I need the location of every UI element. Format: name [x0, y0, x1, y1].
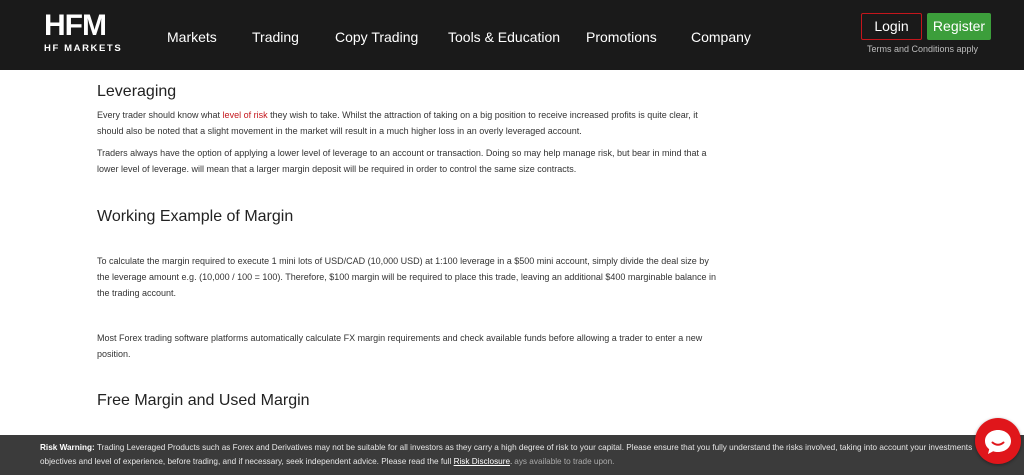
paragraph-text: Every trader should know what: [97, 110, 223, 120]
logo-mark: HFM: [44, 11, 130, 41]
chat-bubble-icon: [985, 430, 1011, 454]
heading-working-example: Working Example of Margin: [97, 208, 294, 225]
logo-text: HFM: [44, 9, 107, 42]
heading-free-margin: Free Margin and Used Margin: [97, 392, 310, 409]
chat-button[interactable]: [975, 418, 1021, 464]
risk-warning-behind-text: ays available to trade upon.: [514, 457, 615, 466]
nav-company[interactable]: Company: [691, 29, 751, 45]
nav-copy-trading[interactable]: Copy Trading: [335, 29, 418, 45]
level-of-risk-link[interactable]: level of risk: [223, 110, 268, 120]
heading-leveraging: Leveraging: [97, 83, 177, 100]
nav-markets[interactable]: Markets: [167, 29, 217, 45]
login-button[interactable]: Login: [861, 13, 922, 40]
hfm-logo[interactable]: HFM HF MARKETS: [44, 11, 130, 55]
risk-warning-end: .: [510, 457, 513, 466]
terms-link[interactable]: Terms and Conditions apply: [867, 44, 978, 54]
nav-tools-education[interactable]: Tools & Education: [448, 29, 560, 45]
risk-disclosure-link[interactable]: Risk Disclosure: [454, 457, 510, 466]
logo-subtitle: HF MARKETS: [44, 43, 123, 54]
nav-promotions[interactable]: Promotions: [586, 29, 657, 45]
paragraph-leveraging-2: Traders always have the option of applyi…: [97, 148, 707, 174]
paragraph-fx-software: Most Forex trading software platforms au…: [97, 333, 703, 359]
risk-warning-label: Risk Warning:: [40, 443, 95, 452]
register-button[interactable]: Register: [927, 13, 991, 40]
risk-warning-bar: Risk Warning: Trading Leveraged Products…: [0, 435, 1024, 475]
site-header: HFM HF MARKETS Markets Trading Copy Trad…: [0, 0, 1024, 70]
nav-trading[interactable]: Trading: [252, 29, 299, 45]
paragraph-margin-example: To calculate the margin required to exec…: [97, 256, 716, 298]
paragraph-leveraging-1: Every trader should know what level of r…: [97, 107, 722, 139]
